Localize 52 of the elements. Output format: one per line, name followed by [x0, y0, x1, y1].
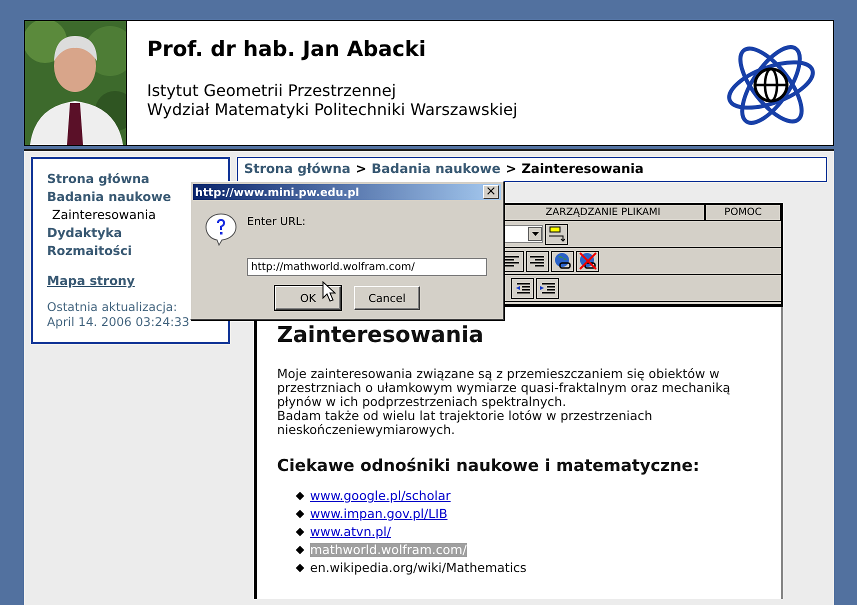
- person-name: Prof. dr hab. Jan Abacki: [147, 37, 427, 61]
- affiliation-line: Wydział Matematyki Politechniki Warszawskiej: [147, 100, 518, 119]
- link[interactable]: www.google.pl/scholar: [310, 489, 451, 503]
- breadcrumb-separator: >: [356, 162, 366, 177]
- bullet-icon: [296, 546, 304, 554]
- cancel-button[interactable]: Cancel: [354, 286, 420, 310]
- nav-link[interactable]: Dydaktyka: [47, 225, 122, 240]
- bullet-icon: [296, 492, 304, 500]
- link-icon: [554, 252, 572, 270]
- breadcrumb-link[interactable]: Strona główna: [244, 162, 351, 177]
- link[interactable]: www.atvn.pl/: [310, 525, 391, 539]
- mouse-pointer-icon: [322, 281, 336, 303]
- dialog-title: http://www.mini.pw.edu.pl: [195, 186, 360, 198]
- paragraph: Moje zainteresowania związane są z przemieszczaniem się obiektów w przestrzniach o ułamkowym wymiarze quasi-fraktalnym oraz mechaniką płynów w ich podprzestrzeniach spektralnych.: [277, 367, 732, 409]
- link[interactable]: www.impan.gov.pl/LIB: [310, 507, 448, 521]
- nav-link[interactable]: Zainteresowania: [47, 207, 156, 222]
- last-update-time: April 14. 2006 03:24:33: [47, 315, 190, 330]
- menu-tab[interactable]: POMOC: [705, 205, 781, 220]
- ok-button[interactable]: OK: [275, 286, 341, 310]
- nav-link[interactable]: Strona główna: [47, 171, 150, 186]
- insert-icon: [548, 226, 565, 242]
- toolbar-button[interactable]: [526, 250, 549, 272]
- nav-link[interactable]: Rozmaitości: [47, 243, 132, 258]
- breadcrumb-link[interactable]: Badania naukowe: [371, 162, 501, 177]
- last-update-label: Ostatnia aktualizacja:: [47, 300, 178, 315]
- bullet-icon: [296, 510, 304, 518]
- affiliation-line: Istytut Geometrii Przestrzennej: [147, 81, 398, 100]
- toolbar-button[interactable]: [511, 278, 534, 298]
- section-heading: Ciekawe odnośniki naukowe i matematyczne:: [277, 459, 700, 473]
- url-field[interactable]: http://mathworld.wolfram.com/: [247, 258, 487, 276]
- bullet-icon: [296, 564, 304, 572]
- toolbar-button[interactable]: [536, 278, 559, 298]
- question-icon: [205, 212, 237, 246]
- align-right-icon: [530, 254, 545, 268]
- sitemap-link[interactable]: Mapa strony: [47, 273, 135, 288]
- breadcrumb-current: Zainteresowania: [522, 162, 644, 177]
- caret-icon: [532, 232, 538, 236]
- outdent-icon: [514, 282, 530, 294]
- toolbar-button[interactable]: [545, 224, 568, 244]
- list-item-text: en.wikipedia.org/wiki/Mathematics: [310, 561, 527, 575]
- toolbar-button[interactable]: [551, 250, 574, 272]
- indent-icon: [540, 282, 556, 294]
- breadcrumb-separator: >: [506, 162, 516, 177]
- nav-link[interactable]: Badania naukowe: [47, 189, 172, 204]
- bullet-icon: [296, 528, 304, 536]
- align-left-icon: [505, 254, 520, 268]
- prompt-text: Enter URL:: [247, 215, 306, 230]
- toolbar-button[interactable]: [576, 250, 599, 272]
- close-button[interactable]: ×: [483, 185, 499, 199]
- selected-text: mathworld.wolfram.com/: [310, 543, 467, 557]
- paragraph: Badam także od wielu lat trajektorie lotów w przestrzeniach nieskończeniewymiarowych.: [277, 409, 654, 437]
- unlink-icon: [578, 252, 596, 270]
